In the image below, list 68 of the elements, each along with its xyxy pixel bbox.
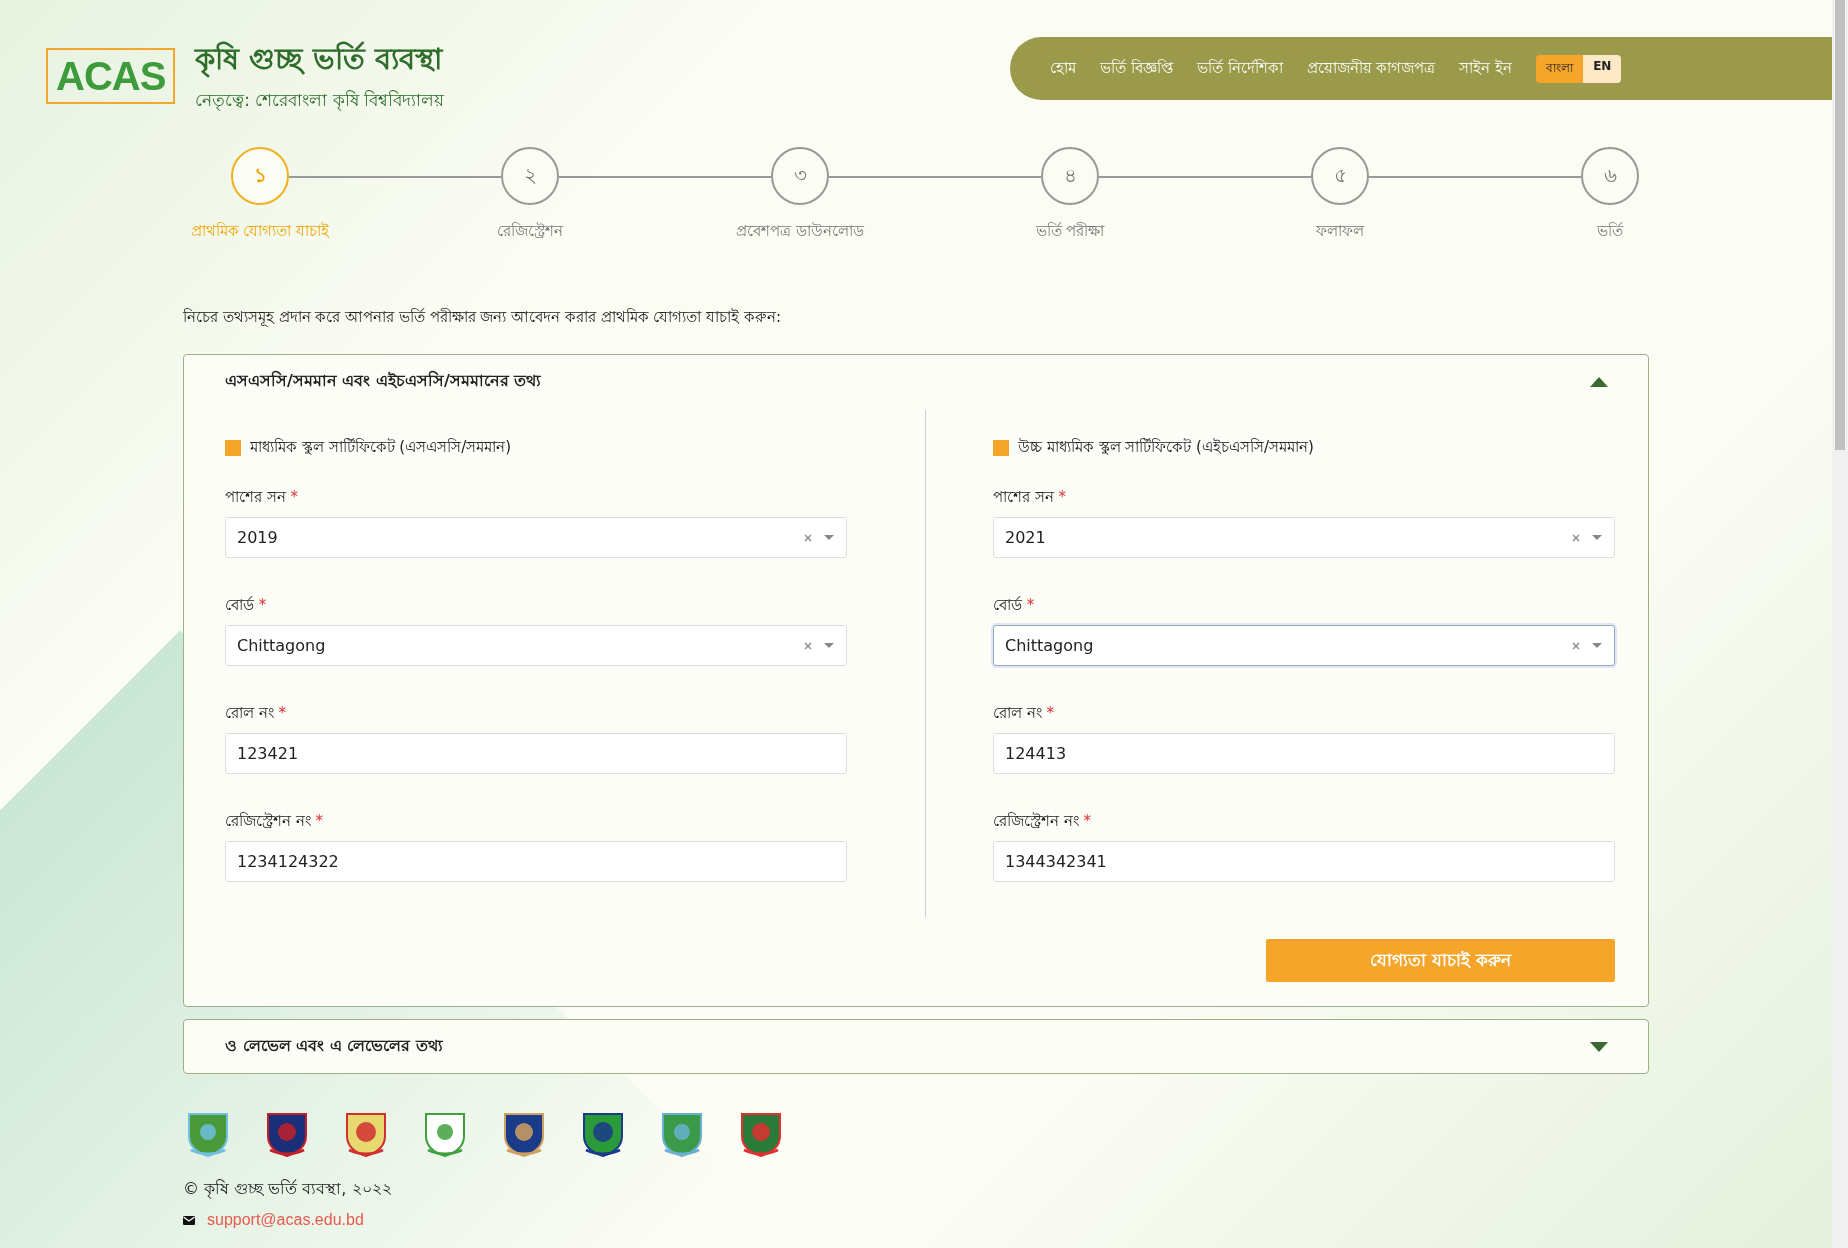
university-crest-icon <box>501 1110 547 1158</box>
accordion-title[interactable]: ও লেভেল এবং এ লেভেলের তথ্য <box>225 1033 443 1060</box>
clear-icon[interactable] <box>1572 641 1580 650</box>
clear-icon[interactable] <box>804 533 812 542</box>
step-circle: ৪ <box>1041 147 1099 205</box>
language-toggle[interactable]: EN <box>1583 54 1622 83</box>
checkbox-label: মাধ্যমিক স্কুল সার্টিফিকেট (এসএসসি/সমমান) <box>250 437 512 458</box>
select-field[interactable]: Chittagong <box>225 625 847 666</box>
step-label: ভর্তি পরীক্ষা <box>1035 221 1105 242</box>
checkbox-label: উচ্চ মাধ্যমিক স্কুল সার্টিফিকেট (এইচএসসি/সমমান) <box>1018 437 1314 458</box>
field-label: রেজিস্ট্রেশন নং * <box>225 811 325 832</box>
site-title: কৃষি গুচ্ছ ভর্তি ব্যবস্থা <box>195 40 445 80</box>
dropdown-caret-icon[interactable] <box>1592 535 1602 540</box>
select-value: 2019 <box>237 528 279 547</box>
dropdown-caret-icon[interactable] <box>824 535 834 540</box>
field-label: পাশের সন * <box>993 487 1068 508</box>
step-circle: ৩ <box>771 147 829 205</box>
input-value: 1234124322 <box>237 852 340 871</box>
university-crest-icon <box>343 1110 389 1158</box>
language-toggle[interactable]: বাংলা <box>1536 54 1584 83</box>
input-value: 1344342341 <box>1005 852 1108 871</box>
expand-caret-icon[interactable] <box>1590 1041 1608 1052</box>
field-label: রেজিস্ট্রেশন নং * <box>993 811 1093 832</box>
input-field[interactable]: 124413 <box>993 733 1615 774</box>
input-field[interactable]: 1234124322 <box>225 841 847 882</box>
dropdown-caret-icon[interactable] <box>824 643 834 648</box>
field-label: রোল নং * <box>993 703 1056 724</box>
step-label: প্রবেশপত্র ডাউনলোড <box>736 221 864 242</box>
step-circle: ৫ <box>1311 147 1369 205</box>
step-label: ফলাফল <box>1316 221 1364 242</box>
instruction-text: নিচের তথ্যসমূহ প্রদান করে আপনার ভর্তি পরীক্ষার জন্য আবেদন করার প্রাথমিক যোগ্যতা যাচাই করুন: <box>183 307 783 329</box>
university-crest-icon <box>422 1110 468 1158</box>
field-label: বোর্ড * <box>993 595 1036 616</box>
select-value: Chittagong <box>237 636 327 655</box>
input-field[interactable]: 1344342341 <box>993 841 1615 882</box>
step-label: ভর্তি <box>1597 221 1623 242</box>
checkbox[interactable] <box>225 439 241 456</box>
input-field[interactable]: 123421 <box>225 733 847 774</box>
step-circle: ৬ <box>1581 147 1639 205</box>
input-value: 123421 <box>237 744 300 763</box>
select-field[interactable]: 2019 <box>225 517 847 558</box>
select-value: 2021 <box>1005 528 1047 547</box>
select-value: Chittagong <box>1005 636 1095 655</box>
envelope-icon <box>183 1215 195 1225</box>
dropdown-caret-icon[interactable] <box>1592 643 1602 648</box>
step-circle: ২ <box>501 147 559 205</box>
checkbox[interactable] <box>993 439 1009 456</box>
field-label: পাশের সন * <box>225 487 300 508</box>
accordion-title[interactable]: এসএসসি/সমমান এবং এইচএসসি/সমমানের তথ্য <box>225 368 542 395</box>
input-value: 124413 <box>1005 744 1068 763</box>
university-crest-icon <box>738 1110 784 1158</box>
university-crest-icon <box>185 1110 231 1158</box>
step-circle: ১ <box>231 147 289 205</box>
collapse-caret-icon[interactable] <box>1590 376 1608 387</box>
university-crest-icon <box>264 1110 310 1158</box>
select-field[interactable]: 2021 <box>993 517 1615 558</box>
university-crest-icon <box>580 1110 626 1158</box>
clear-icon[interactable] <box>1572 533 1580 542</box>
clear-icon[interactable] <box>804 641 812 650</box>
university-crest-icon <box>659 1110 705 1158</box>
scrollbar[interactable] <box>1832 0 1848 1248</box>
step-label: প্রাথমিক যোগ্যতা যাচাই <box>190 221 330 242</box>
step-label: রেজিস্ট্রেশন <box>497 221 563 242</box>
select-field[interactable]: Chittagong <box>993 625 1615 666</box>
field-label: বোর্ড * <box>225 595 268 616</box>
site-subtitle: নেতৃত্বে: শেরেবাংলা কৃষি বিশ্ববিদ্যালয় <box>195 89 445 113</box>
field-label: রোল নং * <box>225 703 288 724</box>
copyright-text: © কৃষি গুচ্ছ ভর্তি ব্যবস্থা, ২০২২ <box>183 1178 393 1201</box>
